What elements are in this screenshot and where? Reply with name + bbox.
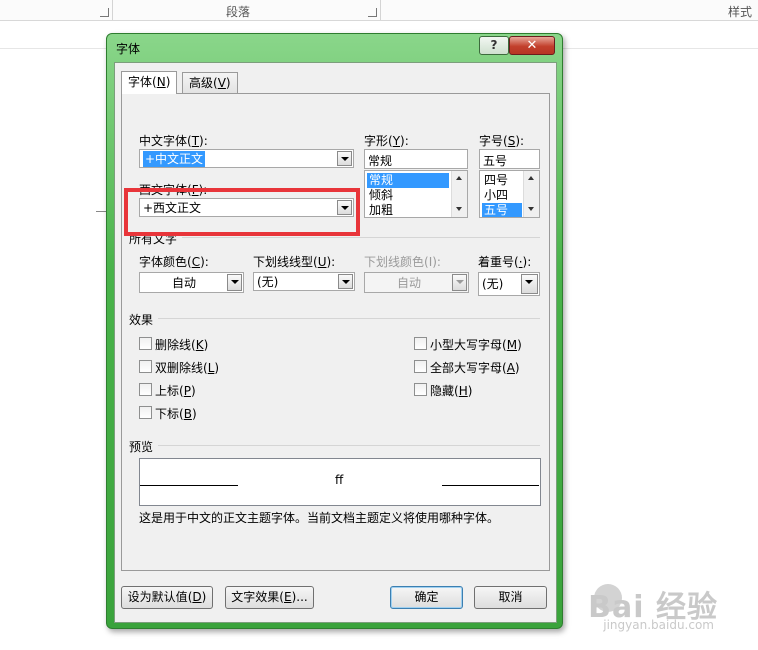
scroll-up-icon[interactable] <box>452 171 467 186</box>
watermark-sub: jingyan.baidu.com <box>603 618 714 632</box>
text-effects-button[interactable]: 文字效果(E)... <box>225 586 314 609</box>
checkbox-box[interactable] <box>139 383 152 396</box>
emphasis-combo[interactable]: (无) <box>478 272 540 296</box>
underline-color-combo: 自动 <box>364 272 469 293</box>
tab-panel-font: 中文字体(T): +中文正文 西文字体(F): +西文正文 字形(Y): 常规 … <box>121 93 550 571</box>
emphasis-label: 着重号(·): <box>478 255 532 269</box>
font-style-input-value: 常规 <box>368 154 393 168</box>
font-size-input-value: 五号 <box>483 154 508 168</box>
highlight-box <box>124 188 360 236</box>
chevron-down-icon[interactable] <box>227 274 242 291</box>
font-dialog: 字体 ? ✕ 字体(N) 高级(V) 中文字体(T): +中文正文 西文字体(F… <box>106 33 563 629</box>
underline-style-value: (无) <box>257 275 279 289</box>
list-item[interactable]: 加粗 <box>367 203 395 217</box>
ribbon-group-paragraph: 段落 <box>226 5 251 19</box>
ribbon-separator <box>380 0 381 20</box>
chinese-font-combo[interactable]: +中文正文 <box>139 149 354 168</box>
font-size-input[interactable]: 五号 <box>479 149 540 169</box>
paragraph-launcher-icon[interactable] <box>368 8 377 17</box>
font-style-input[interactable]: 常规 <box>364 149 468 169</box>
group-preview: 预览 <box>129 440 154 454</box>
checkbox-box[interactable] <box>139 360 152 373</box>
chevron-down-icon[interactable] <box>521 274 538 294</box>
font-style-list[interactable]: 常规 倾斜 加粗 <box>364 170 468 218</box>
help-icon: ? <box>490 38 498 52</box>
close-icon: ✕ <box>526 38 538 53</box>
tab-advanced-label: 高级 <box>189 76 214 90</box>
font-size-list[interactable]: 四号 小四 五号 <box>479 170 540 218</box>
font-size-label: 字号(S): <box>479 134 525 148</box>
baidu-watermark: Bai 经验 jingyan.baidu.com <box>498 582 718 634</box>
tab-advanced[interactable]: 高级(V) <box>182 72 238 94</box>
list-item[interactable]: 常规 <box>367 173 449 188</box>
dialog-launcher-icon[interactable] <box>100 8 109 17</box>
tab-font[interactable]: 字体(N) <box>121 71 178 94</box>
font-color-combo[interactable]: 自动 <box>139 272 244 293</box>
ok-button[interactable]: 确定 <box>390 586 463 609</box>
help-button[interactable]: ? <box>479 36 509 55</box>
preview-description: 这是用于中文的正文主题字体。当前文档主题定义将使用哪种字体。 <box>139 511 500 525</box>
tab-advanced-hotkey: V <box>217 76 226 90</box>
ribbon-strip: 段落 样式 <box>0 0 758 21</box>
underline-style-combo[interactable]: (无) <box>253 272 355 291</box>
dialog-titlebar[interactable]: 字体 ? ✕ <box>107 34 562 62</box>
checkbox-box[interactable] <box>139 406 152 419</box>
dialog-title: 字体 <box>116 42 141 56</box>
scrollbar[interactable] <box>523 171 539 217</box>
preview-line-right <box>442 485 539 486</box>
group-divider <box>158 445 540 446</box>
tab-font-hotkey: N <box>156 75 166 89</box>
checkbox-box[interactable] <box>414 383 427 396</box>
checkbox-box[interactable] <box>414 337 427 350</box>
preview-sample: ff <box>335 473 344 487</box>
checkbox-box[interactable] <box>139 337 152 350</box>
dialog-client: 字体(N) 高级(V) 中文字体(T): +中文正文 西文字体(F): +西文正… <box>114 62 557 623</box>
tab-font-label: 字体 <box>128 75 153 89</box>
font-style-label: 字形(Y): <box>364 134 409 148</box>
close-button[interactable]: ✕ <box>509 36 555 55</box>
chevron-down-icon[interactable] <box>337 151 352 166</box>
chinese-font-label: 中文字体(T): <box>139 134 208 148</box>
scrollbar[interactable] <box>451 171 467 217</box>
list-item[interactable]: 四号 <box>482 173 510 188</box>
chinese-font-value: +中文正文 <box>143 151 206 167</box>
ribbon-separator <box>112 0 113 20</box>
underline-style-label: 下划线线型(U): <box>253 255 336 269</box>
scroll-down-icon[interactable] <box>524 202 539 217</box>
underline-color-value: 自动 <box>397 276 422 290</box>
list-item[interactable]: 倾斜 <box>367 188 395 203</box>
preview-box: ff <box>139 458 541 506</box>
group-divider <box>182 237 540 238</box>
font-color-label: 字体颜色(C): <box>139 255 209 269</box>
font-color-value: 自动 <box>172 276 197 290</box>
checkbox-box[interactable] <box>414 360 427 373</box>
list-item[interactable]: 小四 <box>482 188 510 203</box>
group-divider <box>158 318 540 319</box>
chevron-down-icon <box>452 274 467 291</box>
list-item[interactable]: 五号 <box>482 203 522 217</box>
underline-color-label: 下划线颜色(I): <box>364 255 441 269</box>
ribbon-group-style: 样式 <box>728 5 753 19</box>
scroll-up-icon[interactable] <box>524 171 539 186</box>
chevron-down-icon[interactable] <box>338 274 353 289</box>
set-default-button[interactable]: 设为默认值(D) <box>121 586 213 609</box>
group-effects: 效果 <box>129 313 154 327</box>
preview-line-left <box>140 485 238 486</box>
emphasis-value: (无) <box>482 277 504 291</box>
scroll-down-icon[interactable] <box>452 202 467 217</box>
